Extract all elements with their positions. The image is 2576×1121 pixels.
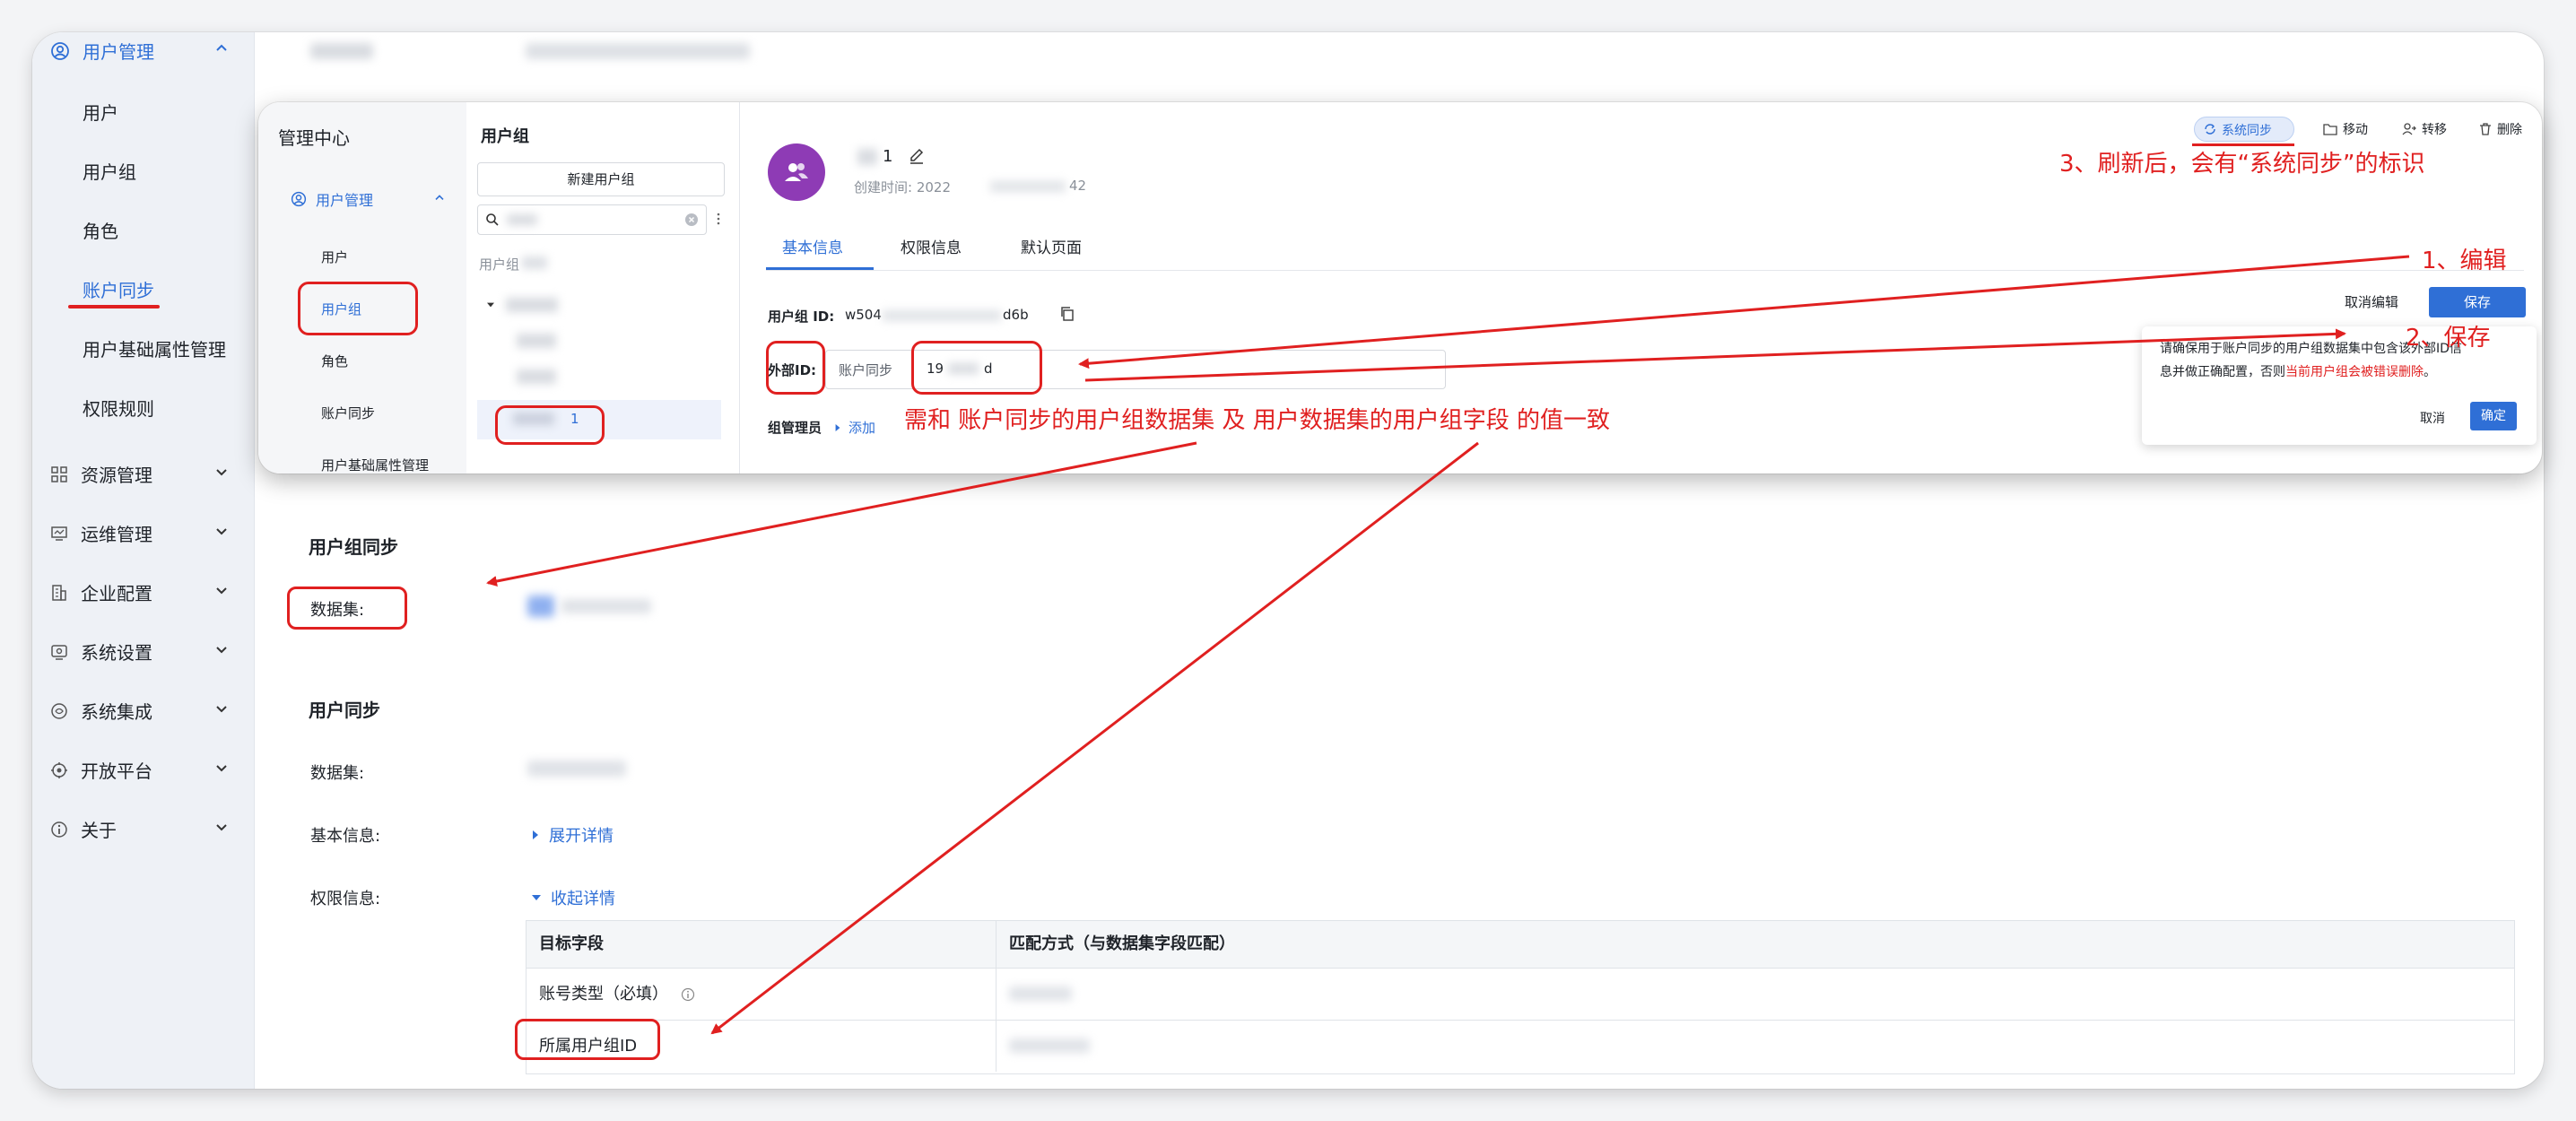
arrow-value-to-save xyxy=(1084,328,2346,382)
arrow-note-to-group-id xyxy=(710,441,1479,1035)
arrow-note-to-dataset xyxy=(486,441,1197,587)
arrow-edit-to-external-id xyxy=(1078,255,2410,369)
annotation-arrows xyxy=(486,255,2410,1035)
